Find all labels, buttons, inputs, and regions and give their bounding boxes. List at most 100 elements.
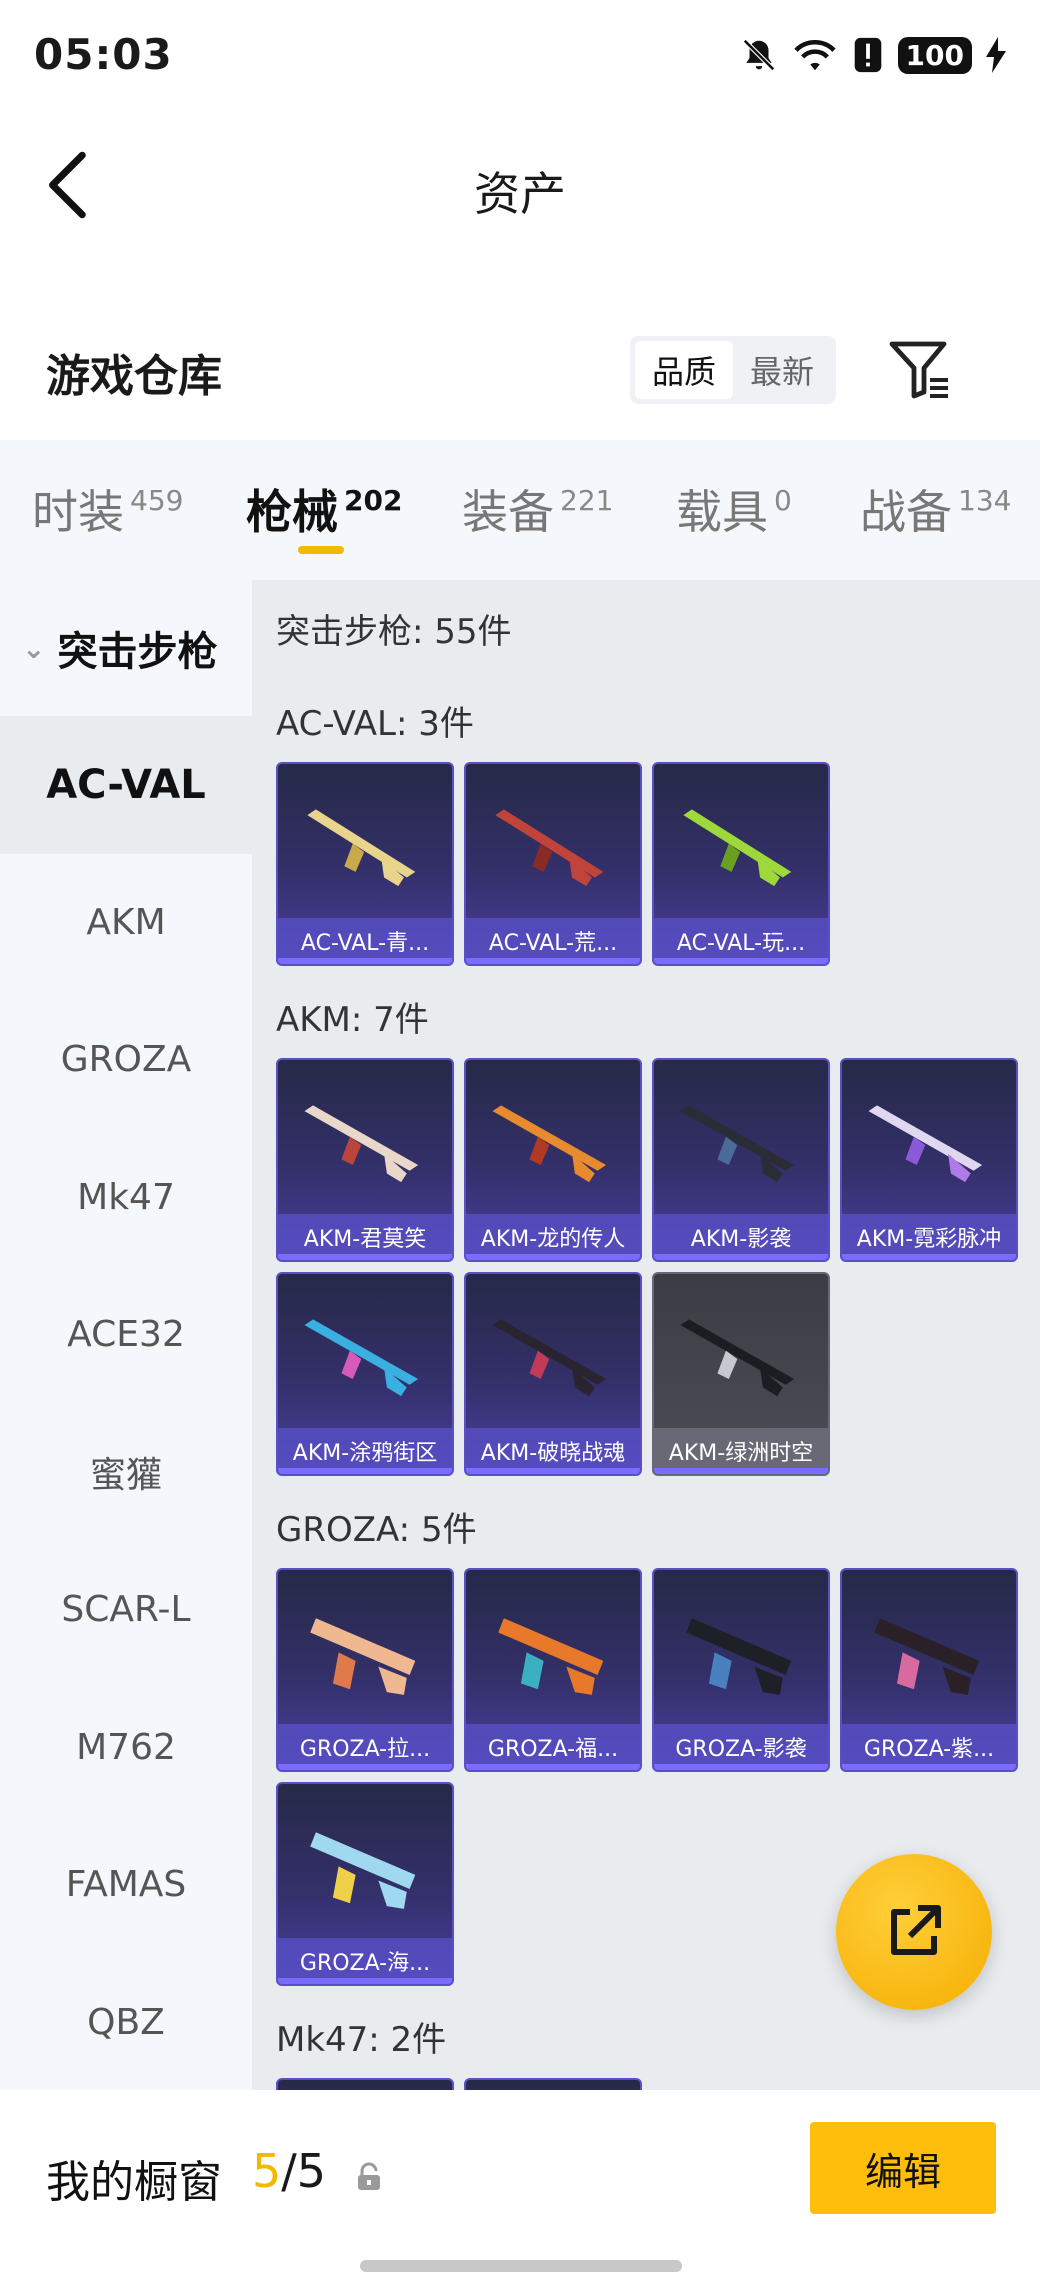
category-count-header: 突击步枪: 55件 <box>276 612 512 652</box>
weapon-card[interactable]: AKM-绿洲时空 <box>652 1272 830 1476</box>
chevron-down-icon: ⌄ <box>22 631 46 665</box>
tab-label: 时装 <box>32 485 124 539</box>
external-link-icon <box>891 1905 941 1955</box>
weapon-card[interactable]: AC-VAL-荒... <box>464 762 642 966</box>
side-item-ace32[interactable]: ACE32 <box>0 1266 252 1404</box>
rifle-icon <box>307 809 416 887</box>
weapon-card[interactable]: AKM-龙的传人 <box>464 1058 642 1262</box>
side-item-m762[interactable]: M762 <box>0 1679 252 1817</box>
rarity-bar <box>466 958 640 964</box>
weapon-card[interactable]: GROZA-影袭 <box>652 1568 830 1772</box>
rarity-bar <box>278 1978 452 1984</box>
share-fab-button[interactable] <box>836 1854 992 2010</box>
rifle-icon <box>868 1105 983 1183</box>
tab-weapons[interactable]: 枪械 202 <box>246 476 402 542</box>
rarity-bar <box>466 1764 640 1770</box>
edit-button[interactable]: 编辑 <box>810 2122 996 2214</box>
side-item-famas[interactable]: FAMAS <box>0 1816 252 1954</box>
rifle-icon <box>680 1105 795 1183</box>
group-header-mk47: Mk47: 2件 <box>276 2020 447 2060</box>
weapon-card[interactable]: GROZA-海... <box>276 1782 454 1986</box>
rifle-icon <box>683 809 792 887</box>
group-header-akm: AKM: 7件 <box>276 1000 429 1040</box>
mute-bell-icon <box>742 39 775 71</box>
app-header: 资产 <box>0 120 1040 250</box>
side-item-groza[interactable]: GROZA <box>0 991 252 1129</box>
active-tab-indicator <box>298 546 344 554</box>
rarity-bar <box>654 1468 828 1474</box>
side-item-acval[interactable]: AC-VAL <box>0 716 252 854</box>
weapon-card[interactable]: GROZA-紫... <box>840 1568 1018 1772</box>
rifle-icon <box>495 809 604 887</box>
rifle-icon <box>310 1832 416 1909</box>
rarity-bar <box>654 1764 828 1770</box>
rarity-bar <box>278 1468 452 1474</box>
tab-label: 枪械 <box>246 485 338 539</box>
weapon-card[interactable]: AKM-破晓战魂 <box>464 1272 642 1476</box>
tab-count: 202 <box>344 484 403 517</box>
rarity-bar <box>466 1254 640 1260</box>
weapon-card[interactable]: AKM-霓彩脉冲 <box>840 1058 1018 1262</box>
side-item-scarl[interactable]: SCAR-L <box>0 1541 252 1679</box>
group-header-groza: GROZA: 5件 <box>276 1510 477 1550</box>
tab-vehicles[interactable]: 载具 0 <box>676 476 792 542</box>
rarity-bar <box>278 1764 452 1770</box>
home-indicator[interactable] <box>360 2260 682 2272</box>
rifle-icon <box>492 1105 607 1183</box>
battery-level: 100 <box>897 36 972 74</box>
rifle-icon <box>874 1618 980 1695</box>
rarity-bar <box>278 958 452 964</box>
rifle-icon <box>310 1618 416 1695</box>
sort-quality-button[interactable]: 品质 <box>635 341 733 399</box>
status-time: 05:03 <box>34 30 173 79</box>
alert-icon <box>854 37 881 73</box>
showcase-total: /5 <box>281 2144 327 2198</box>
weapon-card[interactable] <box>464 2078 642 2090</box>
group-header-acval: AC-VAL: 3件 <box>276 704 474 744</box>
side-item-qbz[interactable]: QBZ <box>0 1954 252 2092</box>
tab-count: 459 <box>130 484 184 517</box>
side-group-label: 突击步枪 <box>57 629 218 675</box>
side-item-akm[interactable]: AKM <box>0 854 252 992</box>
tab-count: 134 <box>958 484 1012 517</box>
tab-outfits[interactable]: 时装 459 <box>32 476 183 542</box>
tab-label: 装备 <box>462 485 554 539</box>
rifle-icon <box>498 1618 604 1695</box>
showcase-count: 5/5 <box>252 2144 326 2198</box>
tab-count: 0 <box>774 484 792 517</box>
weapon-card[interactable]: AC-VAL-玩... <box>652 762 830 966</box>
showcase-current: 5 <box>252 2144 282 2198</box>
status-icons: 100 <box>740 36 1006 74</box>
rarity-bar <box>842 1254 1016 1260</box>
rifle-icon <box>492 1319 607 1397</box>
weapon-card[interactable]: AC-VAL-青... <box>276 762 454 966</box>
weapon-card[interactable]: GROZA-拉... <box>276 1568 454 1772</box>
weapon-card[interactable]: GROZA-福... <box>464 1568 642 1772</box>
rarity-bar <box>842 1764 1016 1770</box>
rifle-icon <box>304 1105 419 1183</box>
weapon-card[interactable]: AKM-涂鸦街区 <box>276 1272 454 1476</box>
weapon-type-nav: ⌄ 突击步枪 AC-VAL AKM GROZA Mk47 ACE32 蜜獾 SC… <box>0 580 252 2090</box>
tab-count: 221 <box>560 484 614 517</box>
tab-equipment[interactable]: 装备 221 <box>462 476 613 542</box>
side-group-assault-rifle[interactable]: ⌄ 突击步枪 <box>0 580 252 716</box>
category-tabs: 时装 459 枪械 202 装备 221 载具 0 战备 134 <box>0 440 1040 580</box>
rifle-icon <box>304 1319 419 1397</box>
tab-supplies[interactable]: 战备 134 <box>860 476 1011 542</box>
weapon-card[interactable]: AKM-君莫笑 <box>276 1058 454 1262</box>
side-item-honey-badger[interactable]: 蜜獾 <box>0 1404 252 1542</box>
sort-newest-button[interactable]: 最新 <box>733 341 831 399</box>
page-title: 资产 <box>474 167 566 221</box>
rifle-icon <box>686 1618 792 1695</box>
wifi-icon <box>793 39 836 71</box>
filter-icon[interactable] <box>888 340 952 400</box>
sort-toggle: 品质 最新 <box>630 336 836 404</box>
showcase-label: 我的橱窗 <box>46 2157 222 2208</box>
rarity-bar <box>654 958 828 964</box>
charging-icon <box>986 37 1006 73</box>
warehouse-title: 游戏仓库 <box>46 351 222 402</box>
weapon-card[interactable] <box>276 2078 454 2090</box>
weapon-card[interactable]: AKM-影袭 <box>652 1058 830 1262</box>
tab-label: 载具 <box>676 485 768 539</box>
side-item-mk47[interactable]: Mk47 <box>0 1129 252 1267</box>
